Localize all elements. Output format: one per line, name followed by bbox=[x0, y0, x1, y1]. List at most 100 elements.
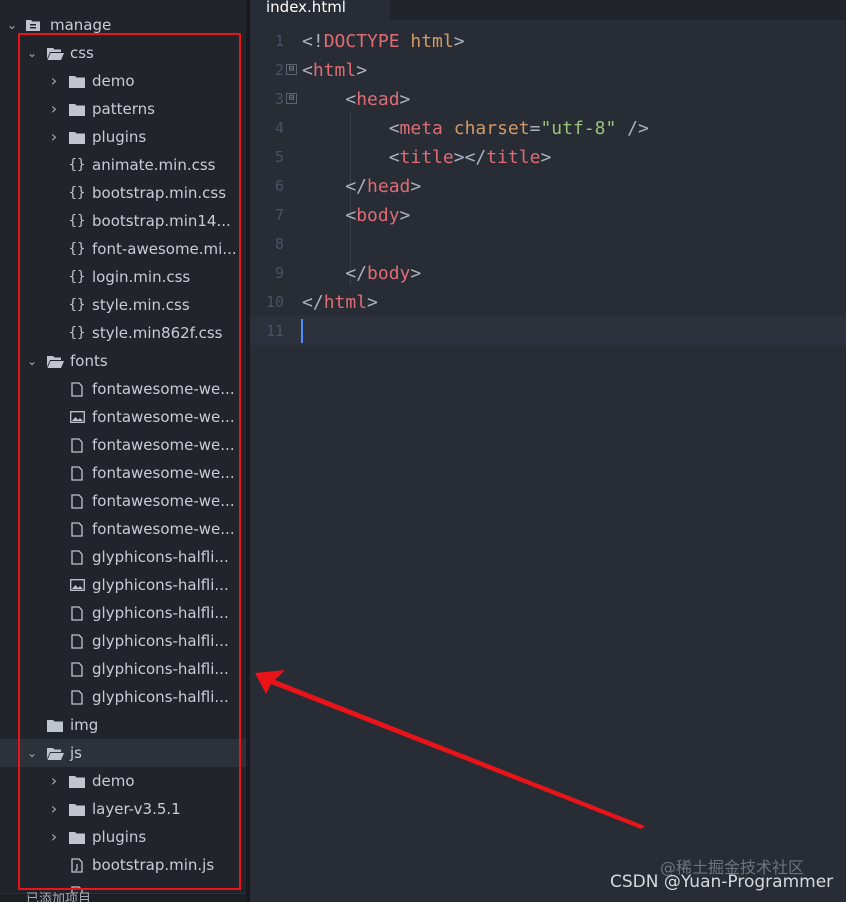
tree-item[interactable]: glyphicons-halfli... bbox=[0, 655, 246, 683]
tree-item[interactable]: img bbox=[0, 711, 246, 739]
line-number: 2 bbox=[274, 61, 284, 79]
folder-icon bbox=[68, 795, 86, 823]
tree-item[interactable]: fontawesome-we... bbox=[0, 431, 246, 459]
tree-item[interactable]: › plugins bbox=[0, 823, 246, 851]
tree-item[interactable]: bootstrap.min.js bbox=[0, 851, 246, 879]
tree-item-label: fontawesome-we... bbox=[92, 436, 235, 454]
tree-item[interactable]: {} animate.min.css bbox=[0, 151, 246, 179]
tree-item[interactable]: › demo bbox=[0, 67, 246, 95]
tree-item-label: css bbox=[70, 44, 94, 62]
tree-item-label: fontawesome-we... bbox=[92, 520, 235, 538]
tree-item[interactable]: glyphicons-halfli... bbox=[0, 571, 246, 599]
tree-item-label: patterns bbox=[92, 100, 155, 118]
code-token: > bbox=[410, 263, 422, 284]
file-icon bbox=[68, 487, 86, 515]
folder-icon bbox=[68, 767, 86, 795]
tree-item-label: demo bbox=[92, 772, 135, 790]
tree-item[interactable]: › plugins bbox=[0, 123, 246, 151]
js-file-icon bbox=[68, 851, 86, 879]
code-line[interactable]: <title></title> bbox=[302, 143, 552, 172]
tree-item-label: font-awesome.mi... bbox=[92, 240, 237, 258]
chevron-right-icon[interactable]: › bbox=[48, 823, 60, 851]
code-token: head bbox=[367, 176, 411, 197]
code-token: < bbox=[302, 205, 357, 226]
code-token: </ bbox=[302, 263, 368, 284]
sidebar-bottom-panel[interactable]: 已添加项目 bbox=[0, 892, 246, 902]
tree-item-label: img bbox=[70, 716, 99, 734]
folder-icon bbox=[68, 95, 86, 123]
chevron-right-icon[interactable]: › bbox=[48, 767, 60, 795]
code-token: /> bbox=[616, 118, 649, 139]
tree-item[interactable]: › layer-v3.5.1 bbox=[0, 795, 246, 823]
fold-toggle-icon[interactable]: ⊟ bbox=[286, 64, 297, 75]
tree-item[interactable]: fontawesome-we... bbox=[0, 375, 246, 403]
line-number: 11 bbox=[265, 322, 284, 340]
code-line[interactable]: <meta charset="utf-8" /> bbox=[302, 114, 649, 143]
code-token: < bbox=[302, 60, 313, 81]
fold-toggle-icon[interactable]: ⊟ bbox=[286, 93, 297, 104]
code-token: > bbox=[356, 60, 368, 81]
code-line[interactable]: <body> bbox=[302, 201, 410, 230]
file-icon bbox=[68, 543, 86, 571]
tree-item[interactable]: ⌄ fonts bbox=[0, 347, 246, 375]
tree-item[interactable]: glyphicons-halfli... bbox=[0, 683, 246, 711]
tree-item-label: glyphicons-halfli... bbox=[92, 632, 229, 650]
tree-item-label: style.min.css bbox=[92, 296, 190, 314]
image-file-icon bbox=[68, 571, 86, 599]
code-line[interactable]: </body> bbox=[302, 259, 421, 288]
tree-item-label: fontawesome-we... bbox=[92, 492, 235, 510]
tree-item[interactable]: {} style.min862f.css bbox=[0, 319, 246, 347]
chevron-right-icon[interactable]: › bbox=[48, 795, 60, 823]
tree-item-label: fontawesome-we... bbox=[92, 408, 235, 426]
tree-item[interactable]: glyphicons-halfli... bbox=[0, 543, 246, 571]
tree-item[interactable]: fontawesome-we... bbox=[0, 403, 246, 431]
tree-item[interactable]: {} login.min.css bbox=[0, 263, 246, 291]
css-braces-icon: {} bbox=[68, 269, 86, 285]
code-line[interactable]: </html> bbox=[302, 288, 378, 317]
code-token: html bbox=[312, 60, 357, 81]
chevron-down-icon[interactable]: ⌄ bbox=[26, 39, 38, 67]
file-icon bbox=[68, 683, 86, 711]
code-line[interactable]: <html> bbox=[302, 56, 367, 85]
code-token: "utf-8" bbox=[540, 118, 617, 139]
folder-icon bbox=[68, 123, 86, 151]
chevron-down-icon[interactable]: ⌄ bbox=[26, 739, 38, 767]
tree-item[interactable]: › patterns bbox=[0, 95, 246, 123]
image-file-icon bbox=[68, 403, 86, 431]
tree-item[interactable]: glyphicons-halfli... bbox=[0, 627, 246, 655]
chevron-down-icon[interactable]: ⌄ bbox=[26, 347, 38, 375]
code-line[interactable]: <!DOCTYPE html> bbox=[302, 27, 465, 56]
code-token: ></ bbox=[453, 147, 487, 168]
code-editor[interactable]: index.html 1 2 3 4 5 6 7 8 9 10 11 ⊟ ⊟ <!DOCTYPE h… bbox=[250, 0, 846, 902]
line-number: 10 bbox=[265, 293, 284, 311]
line-number: 6 bbox=[274, 177, 284, 195]
tree-item[interactable]: {} style.min.css bbox=[0, 291, 246, 319]
tree-item[interactable]: glyphicons-halfli... bbox=[0, 599, 246, 627]
tree-item-label: animate.min.css bbox=[92, 156, 216, 174]
folder-open-icon bbox=[46, 39, 64, 67]
tab-index-html[interactable]: index.html bbox=[250, 0, 390, 20]
tree-item[interactable]: fontawesome-we... bbox=[0, 459, 246, 487]
chevron-right-icon[interactable]: › bbox=[48, 95, 60, 123]
code-token: > bbox=[399, 205, 411, 226]
code-token: <! bbox=[302, 31, 324, 52]
line-number: 5 bbox=[274, 148, 284, 166]
tree-item-label: login.min.css bbox=[92, 268, 191, 286]
chevron-down-icon[interactable]: ⌄ bbox=[6, 11, 18, 39]
tree-item[interactable]: ⌄ js bbox=[0, 739, 246, 767]
code-token: = bbox=[529, 118, 541, 139]
tree-item[interactable]: › demo bbox=[0, 767, 246, 795]
code-token: > bbox=[540, 147, 552, 168]
tree-item[interactable]: fontawesome-we... bbox=[0, 487, 246, 515]
chevron-right-icon[interactable]: › bbox=[48, 67, 60, 95]
code-line[interactable]: <head> bbox=[302, 85, 410, 114]
tree-item[interactable]: ⌄ css bbox=[0, 39, 246, 67]
tree-item[interactable]: {} font-awesome.mi... bbox=[0, 235, 246, 263]
tree-item[interactable]: fontawesome-we... bbox=[0, 515, 246, 543]
code-line[interactable]: </head> bbox=[302, 172, 421, 201]
code-token: < bbox=[302, 118, 400, 139]
tree-item[interactable]: {} bootstrap.min.css bbox=[0, 179, 246, 207]
chevron-right-icon[interactable]: › bbox=[48, 123, 60, 151]
tree-item[interactable]: {} bootstrap.min14... bbox=[0, 207, 246, 235]
tree-root-manage[interactable]: ⌄ manage bbox=[0, 11, 246, 39]
